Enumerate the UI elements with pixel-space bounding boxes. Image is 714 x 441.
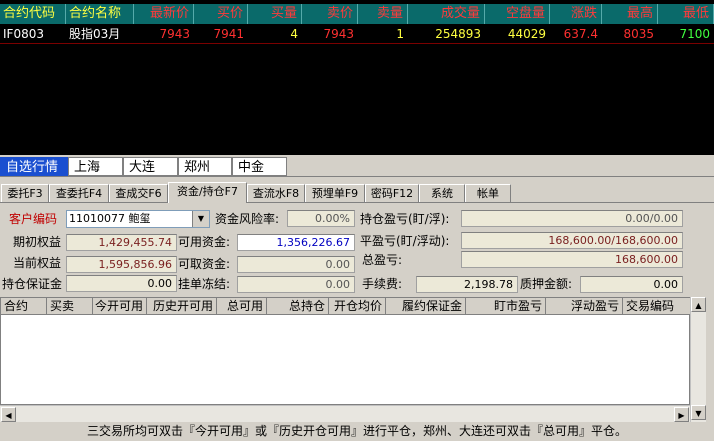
- quote-cell-low: 7100: [679, 27, 710, 41]
- quote-col-volume[interactable]: 成交量: [408, 4, 485, 24]
- quote-cell-name: 股指03月: [69, 27, 121, 41]
- account-select-value: 11010077 鲍玺: [69, 212, 151, 225]
- status-hint: 三交易所均可双击『今开可用』或『历史开仓可用』进行平仓，郑州、大连还可双击『总可…: [86, 424, 627, 438]
- grid-col-float-pl[interactable]: 浮动盈亏: [546, 298, 623, 315]
- quote-header: 合约代码 合约名称 最新价 买价 买量 卖价 卖量 成交量 空盘量 涨跌 最高 …: [0, 4, 714, 24]
- tab-statement[interactable]: 帐单: [465, 184, 511, 202]
- risk-rate-value: 0.00%: [287, 210, 355, 227]
- chevron-down-icon[interactable]: ▼: [192, 211, 209, 227]
- quote-col-last[interactable]: 最新价: [134, 4, 194, 24]
- quote-cell-last: 7943: [159, 27, 190, 41]
- market-tab-watchlist[interactable]: 自选行情: [0, 157, 68, 176]
- tab-password[interactable]: 密码F12: [365, 184, 419, 202]
- scroll-left-icon[interactable]: ◀: [1, 407, 16, 422]
- quote-col-code[interactable]: 合约代码: [0, 4, 66, 24]
- vertical-scrollbar[interactable]: ▲ ▼: [690, 297, 706, 422]
- withdrawable-funds-label: 可取资金:: [178, 257, 231, 271]
- quote-col-bidvol[interactable]: 买量: [248, 4, 302, 24]
- tab-order[interactable]: 委托F3: [1, 184, 49, 202]
- tab-query-orders[interactable]: 查委托F4: [49, 184, 109, 202]
- quote-cell-bid: 7941: [213, 27, 244, 41]
- quote-col-openint[interactable]: 空盘量: [485, 4, 550, 24]
- current-equity-value: 1,595,856.96: [66, 256, 177, 273]
- tab-query-flow[interactable]: 查流水F8: [247, 184, 305, 202]
- tab-system[interactable]: 系统: [419, 184, 465, 202]
- tab-query-trades[interactable]: 查成交F6: [109, 184, 168, 202]
- quote-col-askvol[interactable]: 卖量: [358, 4, 408, 24]
- close-pl-value: 168,600.00/168,600.00: [461, 232, 683, 249]
- quote-cell-change: 637.4: [563, 27, 598, 41]
- market-tab-dalian[interactable]: 大连: [123, 157, 178, 176]
- quote-col-low[interactable]: 最低: [658, 4, 714, 24]
- quote-cell-volume: 254893: [435, 27, 481, 41]
- available-funds-value: 1,356,226.67: [237, 234, 355, 251]
- positions-grid[interactable]: 合约 买卖 今开可用 历史开可用 总可用 总持仓 开仓均价 履约保证金 盯市盈亏…: [0, 297, 691, 405]
- fees-label: 手续费:: [362, 277, 403, 291]
- pledge-amount-value: 0.00: [580, 276, 683, 293]
- quote-cell-ask: 7943: [323, 27, 354, 41]
- grid-col-trade-code[interactable]: 交易编码: [623, 298, 691, 315]
- function-tabs: 委托F3 查委托F4 查成交F6 资金/持仓F7 查流水F8 预埋单F9 密码F…: [0, 182, 714, 203]
- quote-col-bid[interactable]: 买价: [194, 4, 248, 24]
- market-tabs: 自选行情 上海 大连 郑州 中金: [0, 155, 714, 177]
- grid-col-total-position[interactable]: 总持仓: [267, 298, 329, 315]
- quote-col-high[interactable]: 最高: [602, 4, 658, 24]
- withdrawable-funds-value: 0.00: [237, 256, 355, 273]
- grid-col-today-avail[interactable]: 今开可用: [93, 298, 147, 315]
- scroll-down-icon[interactable]: ▼: [691, 405, 706, 420]
- frozen-orders-label: 挂单冻结:: [178, 277, 231, 291]
- frozen-orders-value: 0.00: [237, 276, 355, 293]
- market-tab-cffex[interactable]: 中金: [232, 157, 287, 176]
- market-tab-shanghai[interactable]: 上海: [68, 157, 123, 176]
- quote-cell-askvol: 1: [396, 27, 404, 41]
- grid-col-avg-open-price[interactable]: 开仓均价: [329, 298, 386, 315]
- tab-funds-positions[interactable]: 资金/持仓F7: [168, 182, 247, 203]
- quote-row-divider: [0, 43, 714, 44]
- position-pl-label: 持仓盈亏(盯/浮):: [360, 212, 450, 226]
- position-margin-label: 持仓保证金: [2, 277, 63, 291]
- position-pl-value: 0.00/0.00: [461, 210, 683, 227]
- current-equity-label: 当前权益: [13, 256, 62, 270]
- risk-rate-label: 资金风险率:: [215, 212, 280, 226]
- horizontal-scrollbar[interactable]: ◀ ▶: [0, 405, 690, 422]
- position-margin-value: 0.00: [66, 275, 177, 292]
- positions-grid-header: 合约 买卖 今开可用 历史开可用 总可用 总持仓 开仓均价 履约保证金 盯市盈亏…: [1, 298, 691, 315]
- quote-cell-code: IF0803: [3, 27, 44, 41]
- grid-col-hist-avail[interactable]: 历史开可用: [147, 298, 217, 315]
- grid-col-mtm-pl[interactable]: 盯市盈亏: [466, 298, 546, 315]
- grid-col-contract[interactable]: 合约: [1, 298, 47, 315]
- quote-col-name[interactable]: 合约名称: [66, 4, 134, 24]
- pledge-amount-label: 质押金额:: [520, 277, 573, 291]
- quote-row[interactable]: IF0803 股指03月 7943 7941 4 7943 1 254893 4…: [0, 25, 714, 43]
- quote-col-ask[interactable]: 卖价: [302, 4, 358, 24]
- market-tab-zhengzhou[interactable]: 郑州: [178, 157, 232, 176]
- grid-col-side[interactable]: 买卖: [47, 298, 93, 315]
- total-pl-value: 168,600.00: [461, 251, 683, 268]
- quote-cell-high: 8035: [623, 27, 654, 41]
- grid-col-total-avail[interactable]: 总可用: [217, 298, 267, 315]
- initial-equity-value: 1,429,455.74: [66, 234, 177, 251]
- close-pl-label: 平盈亏(盯/浮动):: [360, 234, 450, 248]
- scroll-right-icon[interactable]: ▶: [674, 407, 689, 422]
- quote-cell-openint: 44029: [507, 27, 546, 41]
- quote-cell-bidvol: 4: [290, 27, 298, 41]
- grid-col-margin[interactable]: 履约保证金: [386, 298, 466, 315]
- total-pl-label: 总盈亏:: [362, 253, 403, 267]
- account-select[interactable]: 11010077 鲍玺 ▼: [66, 210, 210, 228]
- fees-value: 2,198.78: [416, 276, 518, 293]
- quote-board[interactable]: 合约代码 合约名称 最新价 买价 买量 卖价 卖量 成交量 空盘量 涨跌 最高 …: [0, 0, 714, 155]
- initial-equity-label: 期初权益: [13, 235, 62, 249]
- tab-preset-orders[interactable]: 预埋单F9: [305, 184, 365, 202]
- account-code-label: 客户编码: [9, 212, 58, 226]
- scroll-up-icon[interactable]: ▲: [691, 297, 706, 312]
- available-funds-label: 可用资金:: [178, 235, 231, 249]
- quote-col-change[interactable]: 涨跌: [550, 4, 602, 24]
